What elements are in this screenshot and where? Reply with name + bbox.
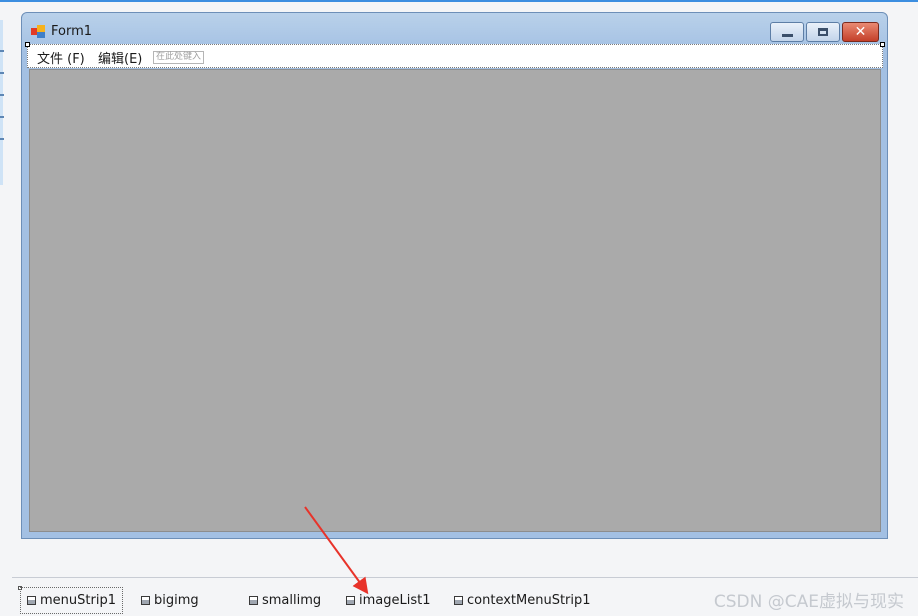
watermark: CSDN @CAE虚拟与现实	[713, 592, 904, 612]
tray-component-bigimg[interactable]: bigimg	[141, 587, 199, 614]
menustrip-component-icon	[27, 596, 36, 605]
contextmenu-component-icon	[454, 596, 463, 605]
tray-component-label: contextMenuStrip1	[467, 593, 591, 608]
designer-form-window[interactable]: Form1 ✕ 文件 (F) 编辑(E) 在此处键入	[21, 12, 888, 539]
imagelist-component-icon	[346, 596, 355, 605]
minimize-icon	[782, 34, 793, 37]
tray-component-label: imageList1	[359, 593, 431, 608]
tray-component-contextmenustrip1[interactable]: contextMenuStrip1	[454, 587, 591, 614]
top-accent-rule	[0, 0, 918, 2]
close-button[interactable]: ✕	[842, 22, 879, 42]
selection-handle[interactable]	[25, 42, 30, 47]
left-panel-ticks	[0, 50, 4, 160]
form-client-area[interactable]	[29, 69, 881, 532]
menu-item-file[interactable]: 文件 (F)	[37, 48, 85, 67]
tray-component-label: smallimg	[262, 593, 322, 608]
imagelist-component-icon	[249, 596, 258, 605]
maximize-button[interactable]	[806, 22, 840, 42]
minimize-button[interactable]	[770, 22, 804, 42]
tray-component-label: bigimg	[154, 593, 199, 608]
menu-strip[interactable]: 文件 (F) 编辑(E) 在此处键入	[25, 42, 885, 68]
caption-buttons: ✕	[768, 22, 879, 44]
menu-type-here-box[interactable]: 在此处键入	[153, 51, 205, 64]
tray-component-imagelist1[interactable]: imageList1	[346, 587, 431, 614]
imagelist-component-icon	[141, 596, 150, 605]
form-title: Form1	[51, 24, 93, 39]
form-app-icon	[31, 25, 47, 39]
selection-handle[interactable]	[880, 42, 885, 47]
tray-component-menustrip[interactable]: menuStrip1	[20, 587, 123, 614]
maximize-icon	[818, 28, 828, 36]
component-tray-divider	[12, 577, 918, 578]
form-title-bar[interactable]: Form1 ✕	[22, 13, 887, 45]
close-icon: ✕	[854, 24, 867, 40]
menu-item-edit[interactable]: 编辑(E)	[98, 48, 142, 67]
tray-component-label: menuStrip1	[40, 593, 116, 608]
tray-component-smallimg[interactable]: smallimg	[249, 587, 321, 614]
